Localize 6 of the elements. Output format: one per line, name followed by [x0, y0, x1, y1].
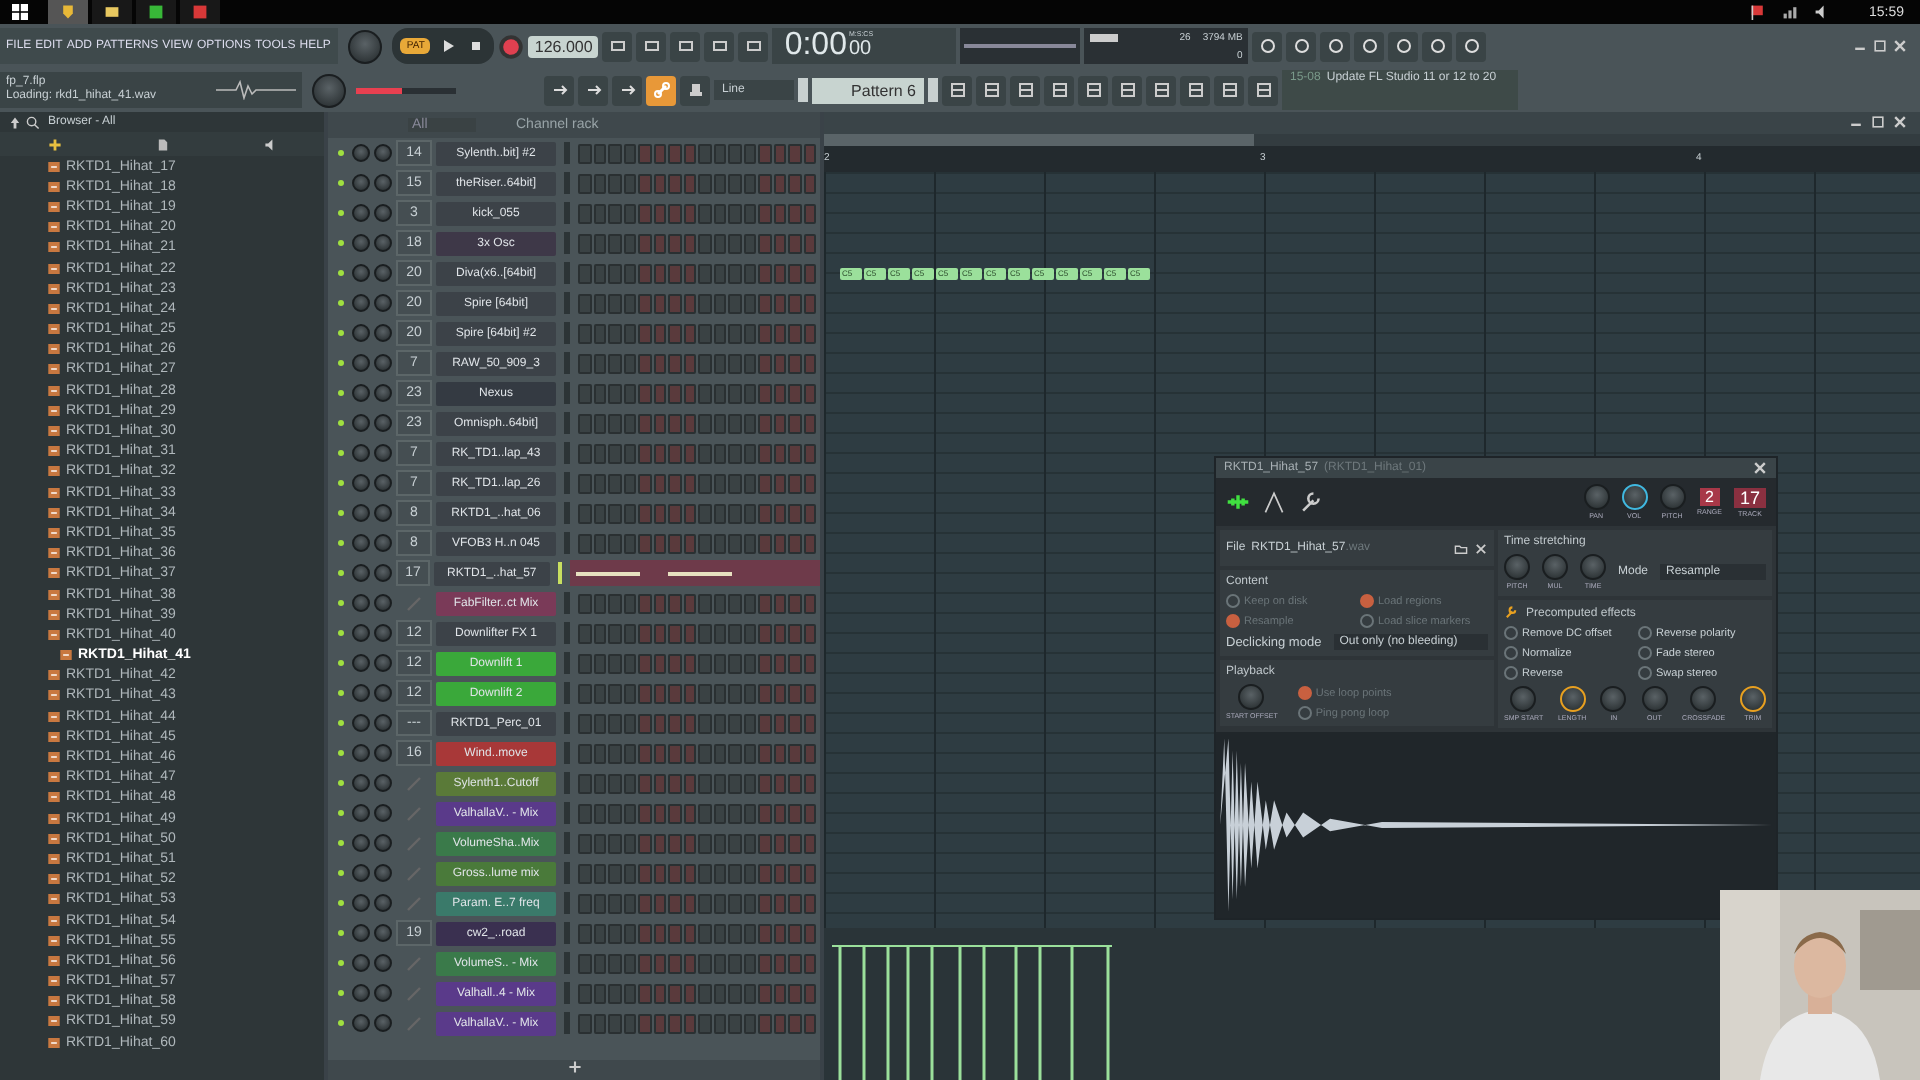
track-value[interactable]: 17 — [1733, 487, 1766, 507]
song-time: 0:00 — [784, 28, 847, 64]
pattern-selector[interactable]: Pattern 6 — [812, 77, 924, 103]
time-centiseconds: 00 — [848, 39, 874, 60]
tempo-display[interactable]: 126.000 — [528, 35, 599, 57]
range-value[interactable]: 2 — [1699, 488, 1720, 506]
